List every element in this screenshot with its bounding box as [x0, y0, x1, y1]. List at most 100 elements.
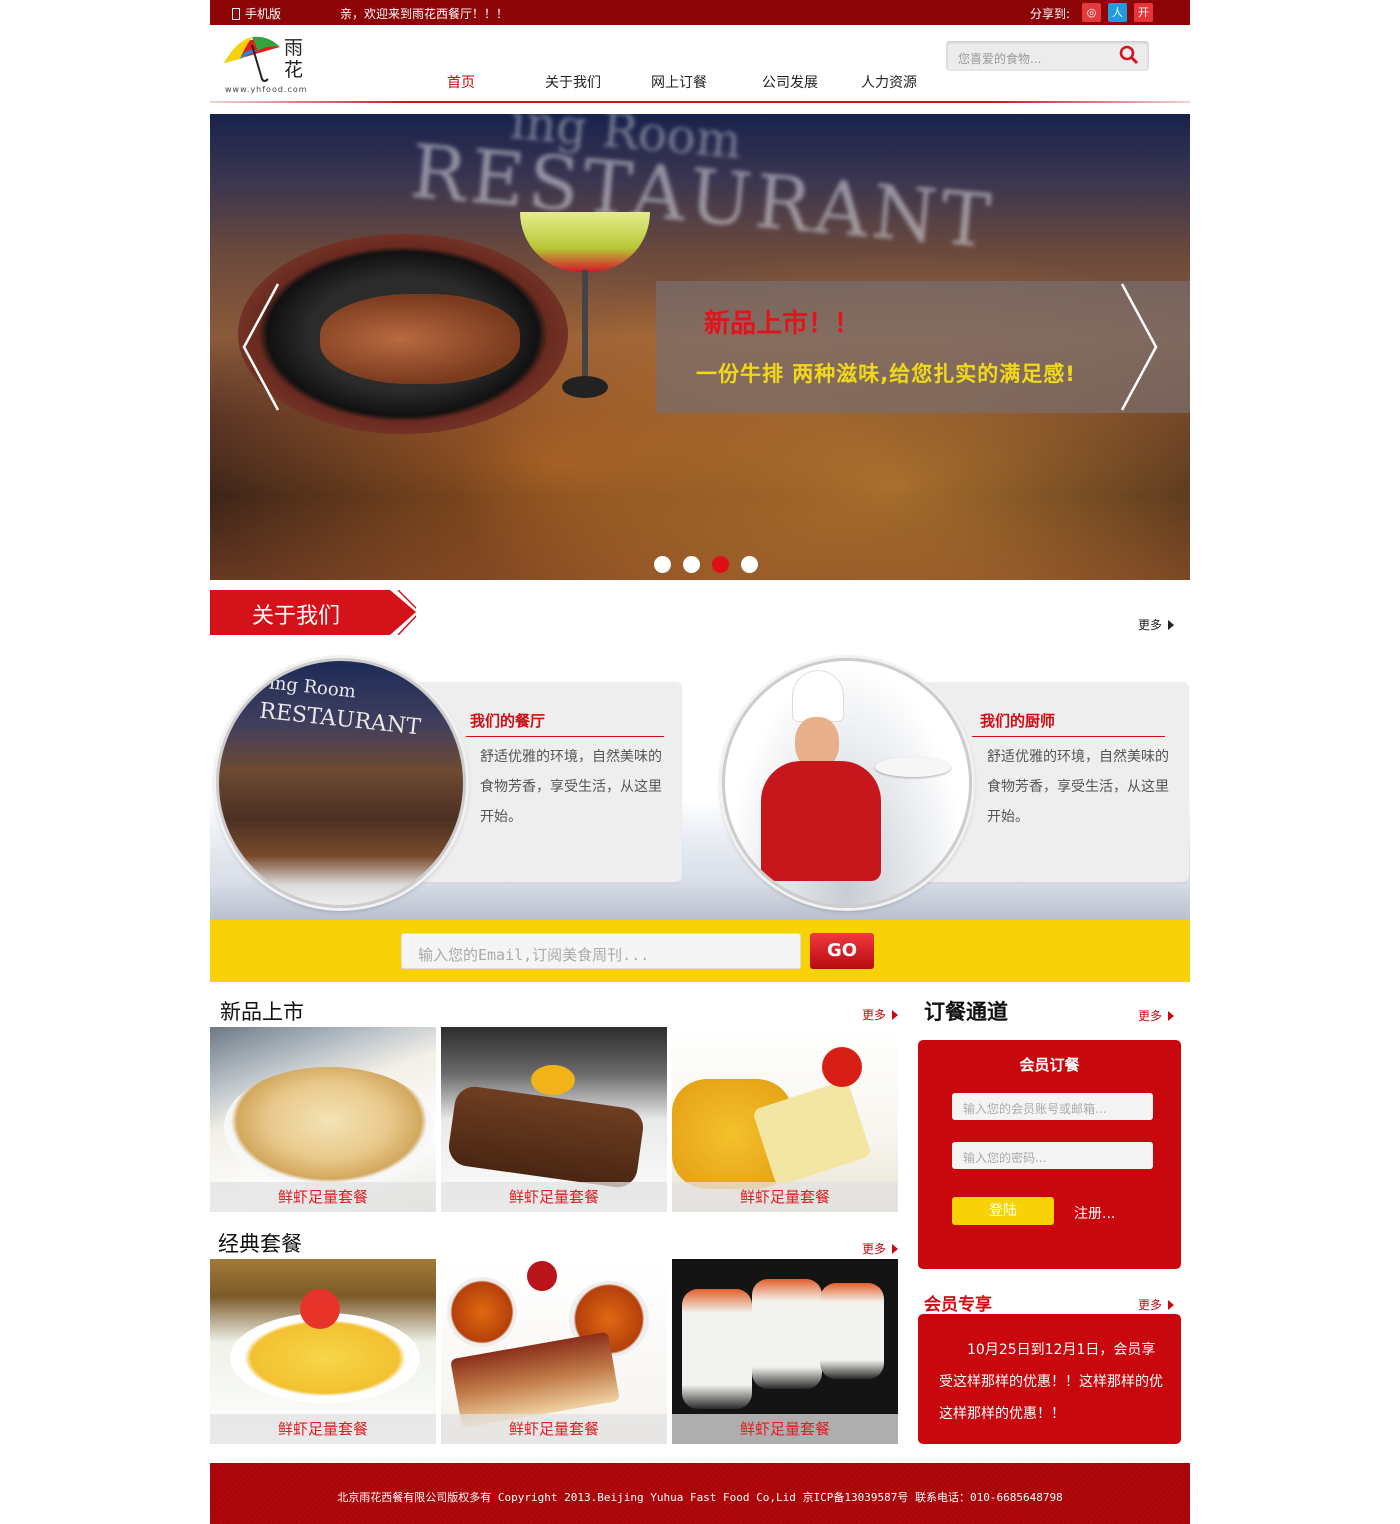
about-more-link[interactable]: 更多 [1138, 616, 1175, 633]
mobile-version-label: 手机版 [245, 7, 282, 21]
more-label: 更多 [1138, 618, 1163, 632]
logo-url: www.yhfood.com [225, 85, 308, 94]
email-placeholder: 输入您的Email,订阅美食周刊... [418, 946, 650, 964]
member-exclusive-title: 会员专享 [924, 1295, 992, 1315]
classic-meals-title: 经典套餐 [218, 1232, 302, 1256]
chef-card-text: 舒适优雅的环境，自然美味的食物芳香，享受生活，从这里开始。 [987, 749, 1169, 825]
footer: 北京雨花西餐有限公司版权多有 Copyright 2013.Beijing Yu… [210, 1463, 1190, 1524]
weibo-icon[interactable]: ◎ [1082, 3, 1101, 22]
arrow-right-icon [1168, 1010, 1175, 1021]
sushi-roll-image [820, 1283, 884, 1379]
arrow-right-icon [892, 1243, 899, 1254]
logo-text: 雨 花 [284, 37, 303, 81]
about-area: 我们的餐厅 舒适优雅的环境，自然美味的食物芳香，享受生活，从这里开始。 ing … [210, 650, 1190, 922]
hero-banner: ing Room RESTAURANT 新品上市！！ 一份牛排 两种滋味,给您扎… [210, 114, 1190, 580]
about-section-title: 关于我们 [252, 604, 341, 629]
product-card[interactable]: 鲜虾足量套餐 [672, 1259, 898, 1444]
restaurant-card-title: 我们的餐厅 [470, 712, 546, 730]
sushi-roll-image [752, 1279, 822, 1389]
product-card[interactable]: 鲜虾足量套餐 [672, 1027, 898, 1212]
phone-icon [232, 7, 240, 20]
header-divider [210, 101, 1190, 103]
product-card[interactable]: 鲜虾足量套餐 [441, 1027, 667, 1212]
slide-dot-active[interactable] [712, 556, 729, 573]
member-exclusive-panel: 10月25日到12月1日，会员享受这样那样的优惠！！这样那样的优这样那样的优惠！… [918, 1314, 1181, 1444]
kaixin-icon[interactable]: 开 [1134, 3, 1153, 22]
subscribe-bar: 输入您的Email,订阅美食周刊... GO [210, 920, 1190, 982]
subscribe-go-button[interactable]: GO [810, 933, 874, 969]
more-label: 更多 [1138, 1009, 1163, 1023]
search-input[interactable]: 您喜爱的食物... [958, 50, 1041, 67]
top-bar: 手机版 亲，欢迎来到雨花西餐厅！！！ 分享到: ◎ 人 开 [210, 0, 1190, 25]
chef-plate [875, 757, 951, 777]
more-label: 更多 [862, 1242, 887, 1256]
classic-more-link[interactable]: 更多 [862, 1240, 899, 1257]
new-products-title: 新品上市 [220, 1000, 304, 1024]
login-button[interactable]: 登陆 [952, 1197, 1054, 1225]
slide-dot[interactable] [741, 556, 758, 573]
lemon-image [531, 1065, 575, 1095]
share-label: 分享到: [1030, 7, 1071, 21]
member-order-title: 会员订餐 [1019, 1056, 1080, 1074]
member-order-panel: 会员订餐 输入您的会员账号或邮箱... 输入您的密码... 登陆 注册... [918, 1040, 1181, 1269]
member-more-link[interactable]: 更多 [1138, 1296, 1175, 1313]
prev-slide-icon[interactable] [240, 282, 280, 412]
next-slide-icon[interactable] [1120, 282, 1160, 412]
product-card[interactable]: 鲜虾足量套餐 [210, 1027, 436, 1212]
arrow-right-icon [1168, 1299, 1175, 1310]
product-card[interactable]: 鲜虾足量套餐 [441, 1259, 667, 1444]
chef-body [761, 761, 881, 881]
product-name: 鲜虾足量套餐 [441, 1182, 667, 1212]
banner-headline: 新品上市！！ [704, 309, 861, 339]
logo-text-line1: 雨 [284, 37, 304, 59]
site-logo[interactable]: 雨 花 www.yhfood.com [222, 33, 332, 95]
more-label: 更多 [1138, 1298, 1163, 1312]
restaurant-card-text: 舒适优雅的环境，自然美味的食物芳香，享受生活，从这里开始。 [480, 749, 662, 825]
title-underline [972, 736, 1165, 737]
nav-home[interactable]: 首页 [447, 72, 475, 92]
renren-icon[interactable]: 人 [1108, 3, 1127, 22]
title-underline [466, 736, 664, 737]
nav-about[interactable]: 关于我们 [545, 72, 601, 92]
account-placeholder: 输入您的会员账号或邮箱... [963, 1102, 1107, 1116]
banner-caption: 新品上市！！ 一份牛排 两种滋味,给您扎实的满足感! [656, 281, 1190, 413]
order-channel-title: 订餐通道 [924, 1000, 1008, 1024]
product-name: 鲜虾足量套餐 [210, 1414, 436, 1444]
mobile-version-link[interactable]: 手机版 [232, 5, 281, 22]
email-subscribe-input[interactable]: 输入您的Email,订阅美食周刊... [401, 933, 801, 969]
slide-indicators [654, 556, 758, 573]
password-input[interactable]: 输入您的密码... [952, 1142, 1153, 1169]
search-icon[interactable] [1119, 45, 1139, 65]
register-link[interactable]: 注册... [1074, 1203, 1115, 1223]
banner-subline: 一份牛排 两种滋味,给您扎实的满足感! [696, 362, 1076, 386]
search-box[interactable]: 您喜爱的食物... [946, 41, 1149, 71]
nav-company[interactable]: 公司发展 [762, 72, 818, 92]
restaurant-photo-sign-top: ing Room [268, 672, 357, 703]
nav-hr[interactable]: 人力资源 [861, 72, 917, 92]
footer-copyright: 北京雨花西餐有限公司版权多有 Copyright 2013.Beijing Yu… [337, 1491, 1063, 1504]
slide-dot[interactable] [683, 556, 700, 573]
tomato-image [822, 1047, 862, 1087]
nav-online-order[interactable]: 网上订餐 [651, 72, 707, 92]
about-section-tab: 关于我们 [210, 590, 416, 635]
chef-hat [793, 671, 843, 721]
member-promo-text: 10月25日到12月1日，会员享受这样那样的优惠！！这样那样的优这样那样的优惠！… [939, 1342, 1163, 1422]
order-more-link[interactable]: 更多 [1138, 1007, 1175, 1024]
product-name: 鲜虾足量套餐 [672, 1414, 898, 1444]
steak-dish-image [446, 1084, 646, 1190]
chef-card-title: 我们的厨师 [980, 712, 1056, 730]
cocktail-image [520, 212, 650, 272]
cocktail-base [562, 376, 608, 398]
logo-text-line2: 花 [284, 59, 304, 81]
account-input[interactable]: 输入您的会员账号或邮箱... [952, 1093, 1153, 1120]
slide-dot[interactable] [654, 556, 671, 573]
restaurant-photo-sign: RESTAURANT [258, 698, 422, 741]
new-products-more-link[interactable]: 更多 [862, 1006, 899, 1023]
product-card[interactable]: 鲜虾足量套餐 [210, 1259, 436, 1444]
product-name: 鲜虾足量套餐 [441, 1414, 667, 1444]
sushi-roll-image [682, 1289, 752, 1409]
cherry-image [527, 1261, 557, 1291]
shrimp-dish-image [224, 1067, 434, 1187]
steak-image [320, 294, 520, 384]
umbrella-logo-icon [224, 36, 280, 82]
